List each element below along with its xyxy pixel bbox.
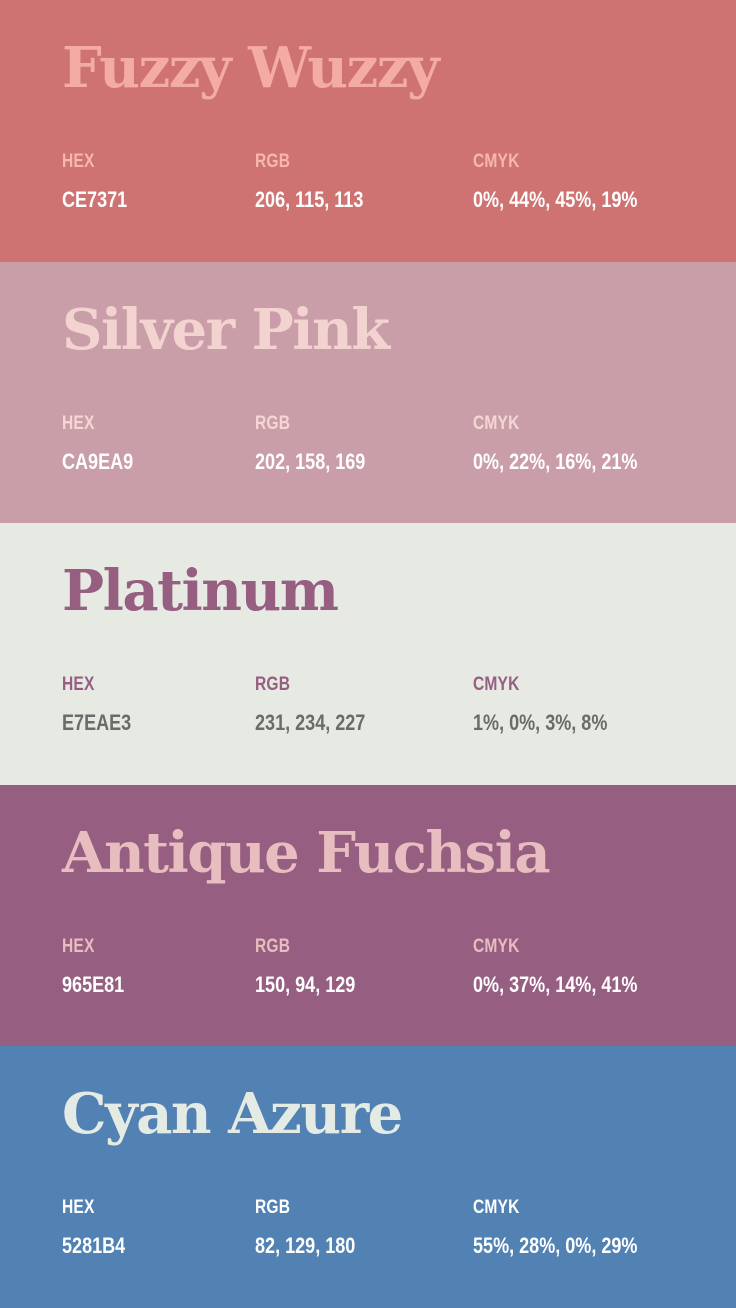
- cmyk-column: CMYK 0%, 22%, 16%, 21%: [473, 412, 674, 476]
- cmyk-value: 0%, 22%, 16%, 21%: [473, 448, 638, 474]
- cmyk-column: CMYK 0%, 44%, 45%, 19%: [473, 150, 674, 214]
- rgb-column: RGB 82, 129, 180: [255, 1196, 377, 1260]
- swatch-cyan-azure: Cyan Azure HEX 5281B4 RGB 82, 129, 180 C…: [0, 1046, 736, 1308]
- cmyk-label: CMYK: [473, 151, 520, 172]
- rgb-column: RGB 202, 158, 169: [255, 412, 390, 476]
- hex-value: 5281B4: [62, 1233, 126, 1259]
- hex-label: HEX: [62, 1197, 95, 1219]
- rgb-column: RGB 231, 234, 227: [255, 673, 390, 737]
- cmyk-column: CMYK 0%, 37%, 14%, 41%: [473, 935, 674, 999]
- swatch-name: Antique Fuchsia: [62, 819, 551, 886]
- swatch-antique-fuchsia: Antique Fuchsia HEX 965E81 RGB 150, 94, …: [0, 784, 736, 1047]
- hex-value: CE7371: [62, 187, 128, 212]
- color-palette: Fuzzy Wuzzy HEX CE7371 RGB 206, 115, 113…: [0, 0, 736, 1308]
- cmyk-label: CMYK: [473, 674, 520, 696]
- hex-column: HEX CA9EA9: [62, 412, 149, 476]
- cmyk-value: 0%, 44%, 45%, 19%: [473, 187, 638, 212]
- cmyk-column: CMYK 1%, 0%, 3%, 8%: [473, 673, 637, 737]
- swatch-name: Silver Pink: [62, 296, 390, 363]
- hex-value: E7EAE3: [62, 710, 132, 736]
- cmyk-value: 55%, 28%, 0%, 29%: [473, 1233, 638, 1259]
- hex-column: HEX E7EAE3: [62, 673, 146, 737]
- swatch-name: Platinum: [62, 558, 339, 625]
- hex-label: HEX: [62, 674, 95, 696]
- hex-column: HEX 965E81: [62, 935, 138, 999]
- rgb-value: 231, 234, 227: [255, 710, 366, 736]
- rgb-column: RGB 150, 94, 129: [255, 935, 377, 999]
- rgb-value: 82, 129, 180: [255, 1233, 356, 1259]
- rgb-label: RGB: [255, 935, 291, 957]
- hex-column: HEX 5281B4: [62, 1196, 139, 1260]
- hex-value: 965E81: [62, 971, 125, 997]
- hex-label: HEX: [62, 935, 95, 957]
- rgb-column: RGB 206, 115, 113: [255, 150, 387, 214]
- hex-value: CA9EA9: [62, 448, 134, 474]
- swatch-fuzzy-wuzzy: Fuzzy Wuzzy HEX CE7371 RGB 206, 115, 113…: [0, 0, 736, 262]
- rgb-value: 202, 158, 169: [255, 448, 366, 474]
- cmyk-label: CMYK: [473, 935, 520, 957]
- cmyk-column: CMYK 55%, 28%, 0%, 29%: [473, 1196, 674, 1260]
- hex-label: HEX: [62, 151, 95, 172]
- rgb-label: RGB: [255, 151, 291, 172]
- cmyk-label: CMYK: [473, 412, 520, 434]
- rgb-label: RGB: [255, 412, 291, 434]
- cmyk-value: 0%, 37%, 14%, 41%: [473, 971, 638, 997]
- rgb-label: RGB: [255, 674, 291, 696]
- swatch-platinum: Platinum HEX E7EAE3 RGB 231, 234, 227 CM…: [0, 523, 736, 785]
- rgb-label: RGB: [255, 1197, 291, 1219]
- swatch-name: Cyan Azure: [62, 1081, 403, 1148]
- rgb-value: 150, 94, 129: [255, 971, 356, 997]
- cmyk-label: CMYK: [473, 1197, 520, 1219]
- rgb-value: 206, 115, 113: [255, 187, 364, 212]
- hex-label: HEX: [62, 412, 95, 434]
- cmyk-value: 1%, 0%, 3%, 8%: [473, 710, 608, 736]
- swatch-name: Fuzzy Wuzzy: [62, 35, 440, 101]
- hex-column: HEX CE7371: [62, 150, 142, 214]
- swatch-silver-pink: Silver Pink HEX CA9EA9 RGB 202, 158, 169…: [0, 261, 736, 524]
